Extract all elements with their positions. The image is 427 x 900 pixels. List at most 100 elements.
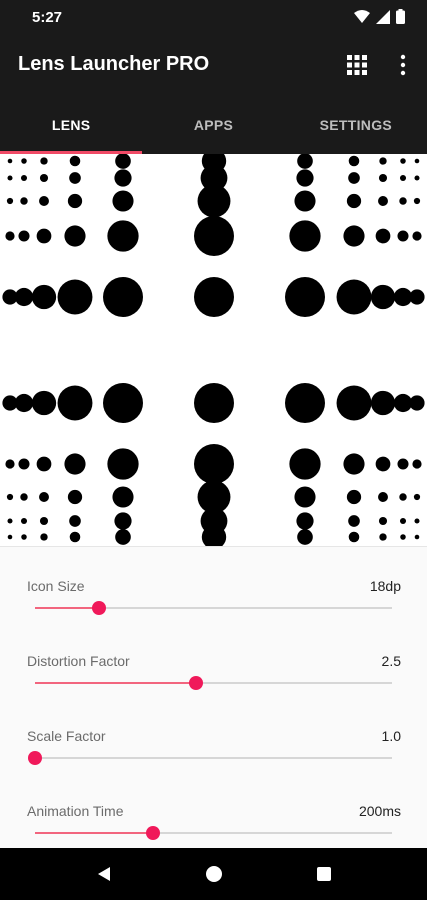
- icon-size-slider[interactable]: [35, 598, 392, 618]
- lens-app-dot[interactable]: [285, 277, 325, 317]
- lens-app-dot[interactable]: [379, 157, 387, 165]
- slider-thumb[interactable]: [92, 601, 107, 615]
- lens-app-dot[interactable]: [412, 231, 422, 241]
- lens-app-dot[interactable]: [115, 529, 131, 545]
- lens-app-dot[interactable]: [409, 289, 425, 305]
- slider-thumb[interactable]: [188, 676, 203, 690]
- lens-app-dot[interactable]: [378, 516, 388, 526]
- lens-preview[interactable]: [0, 154, 427, 546]
- lens-app-dot[interactable]: [346, 193, 362, 209]
- lens-app-dot[interactable]: [57, 385, 93, 421]
- lens-app-dot[interactable]: [297, 154, 313, 169]
- lens-app-dot[interactable]: [67, 193, 83, 209]
- lens-app-dot[interactable]: [21, 534, 27, 540]
- tab-settings[interactable]: SETTINGS: [285, 96, 427, 154]
- lens-app-dot[interactable]: [393, 287, 413, 307]
- slider-thumb[interactable]: [28, 751, 42, 765]
- lens-app-dot[interactable]: [40, 533, 48, 541]
- lens-app-dot[interactable]: [197, 184, 231, 218]
- lens-app-dot[interactable]: [40, 157, 48, 165]
- lens-app-dot[interactable]: [31, 390, 57, 416]
- recents-icon[interactable]: [314, 864, 334, 884]
- lens-app-dot[interactable]: [194, 444, 234, 484]
- lens-app-dot[interactable]: [414, 158, 420, 164]
- more-vert-icon[interactable]: [392, 54, 414, 76]
- lens-app-dot[interactable]: [20, 197, 28, 205]
- lens-app-dot[interactable]: [6, 197, 14, 205]
- lens-app-dot[interactable]: [7, 518, 13, 524]
- lens-app-dot[interactable]: [289, 448, 321, 480]
- lens-app-dot[interactable]: [289, 220, 321, 252]
- lens-app-dot[interactable]: [114, 512, 132, 530]
- scale-factor-slider[interactable]: [28, 748, 392, 768]
- lens-app-dot[interactable]: [400, 158, 406, 164]
- lens-app-dot[interactable]: [397, 458, 409, 470]
- lens-app-dot[interactable]: [69, 155, 81, 167]
- lens-app-dot[interactable]: [20, 493, 28, 501]
- lens-app-dot[interactable]: [5, 231, 15, 241]
- lens-app-dot[interactable]: [285, 383, 325, 423]
- lens-app-dot[interactable]: [31, 284, 57, 310]
- lens-app-dot[interactable]: [393, 393, 413, 413]
- lens-app-dot[interactable]: [5, 459, 15, 469]
- lens-app-dot[interactable]: [36, 456, 52, 472]
- back-icon[interactable]: [94, 864, 114, 884]
- lens-app-dot[interactable]: [14, 287, 34, 307]
- lens-app-dot[interactable]: [115, 154, 131, 169]
- lens-app-dot[interactable]: [399, 197, 407, 205]
- lens-app-dot[interactable]: [378, 492, 388, 502]
- lens-app-dot[interactable]: [399, 174, 407, 182]
- lens-app-dot[interactable]: [336, 279, 372, 315]
- lens-app-dot[interactable]: [69, 515, 81, 527]
- lens-app-dot[interactable]: [194, 383, 234, 423]
- lens-app-dot[interactable]: [375, 228, 391, 244]
- lens-app-dot[interactable]: [39, 173, 49, 183]
- home-icon[interactable]: [204, 864, 224, 884]
- lens-app-dot[interactable]: [39, 492, 49, 502]
- tab-apps[interactable]: APPS: [142, 96, 284, 154]
- grid-icon[interactable]: [346, 54, 368, 76]
- lens-app-dot[interactable]: [21, 158, 27, 164]
- lens-app-dot[interactable]: [414, 534, 420, 540]
- lens-app-dot[interactable]: [413, 493, 421, 501]
- lens-app-dot[interactable]: [18, 230, 30, 242]
- lens-app-dot[interactable]: [413, 197, 421, 205]
- lens-app-dot[interactable]: [297, 529, 313, 545]
- lens-app-dot[interactable]: [112, 190, 134, 212]
- lens-app-dot[interactable]: [375, 456, 391, 472]
- lens-app-dot[interactable]: [409, 395, 425, 411]
- lens-app-dot[interactable]: [400, 534, 406, 540]
- lens-app-dot[interactable]: [20, 174, 28, 182]
- lens-app-dot[interactable]: [378, 173, 388, 183]
- lens-app-dot[interactable]: [296, 512, 314, 530]
- lens-app-dot[interactable]: [67, 489, 83, 505]
- lens-app-dot[interactable]: [379, 533, 387, 541]
- lens-app-dot[interactable]: [7, 534, 13, 540]
- lens-app-dot[interactable]: [18, 458, 30, 470]
- lens-app-dot[interactable]: [348, 155, 360, 167]
- lens-app-dot[interactable]: [36, 228, 52, 244]
- lens-app-dot[interactable]: [294, 486, 316, 508]
- lens-app-dot[interactable]: [414, 518, 420, 524]
- animation-time-slider[interactable]: [35, 823, 392, 843]
- lens-app-dot[interactable]: [294, 190, 316, 212]
- lens-app-dot[interactable]: [107, 220, 139, 252]
- lens-app-dot[interactable]: [399, 493, 407, 501]
- lens-app-dot[interactable]: [397, 230, 409, 242]
- lens-app-dot[interactable]: [346, 489, 362, 505]
- lens-app-dot[interactable]: [6, 493, 14, 501]
- lens-app-dot[interactable]: [14, 393, 34, 413]
- lens-app-dot[interactable]: [39, 196, 49, 206]
- lens-app-dot[interactable]: [348, 515, 360, 527]
- lens-app-dot[interactable]: [336, 385, 372, 421]
- lens-app-dot[interactable]: [194, 277, 234, 317]
- lens-app-dot[interactable]: [194, 216, 234, 256]
- lens-app-dot[interactable]: [112, 486, 134, 508]
- lens-app-dot[interactable]: [399, 517, 407, 525]
- lens-app-dot[interactable]: [370, 284, 396, 310]
- slider-thumb[interactable]: [145, 826, 160, 840]
- lens-app-dot[interactable]: [107, 448, 139, 480]
- lens-app-dot[interactable]: [69, 531, 81, 543]
- lens-app-dot[interactable]: [7, 175, 13, 181]
- lens-app-dot[interactable]: [7, 158, 13, 164]
